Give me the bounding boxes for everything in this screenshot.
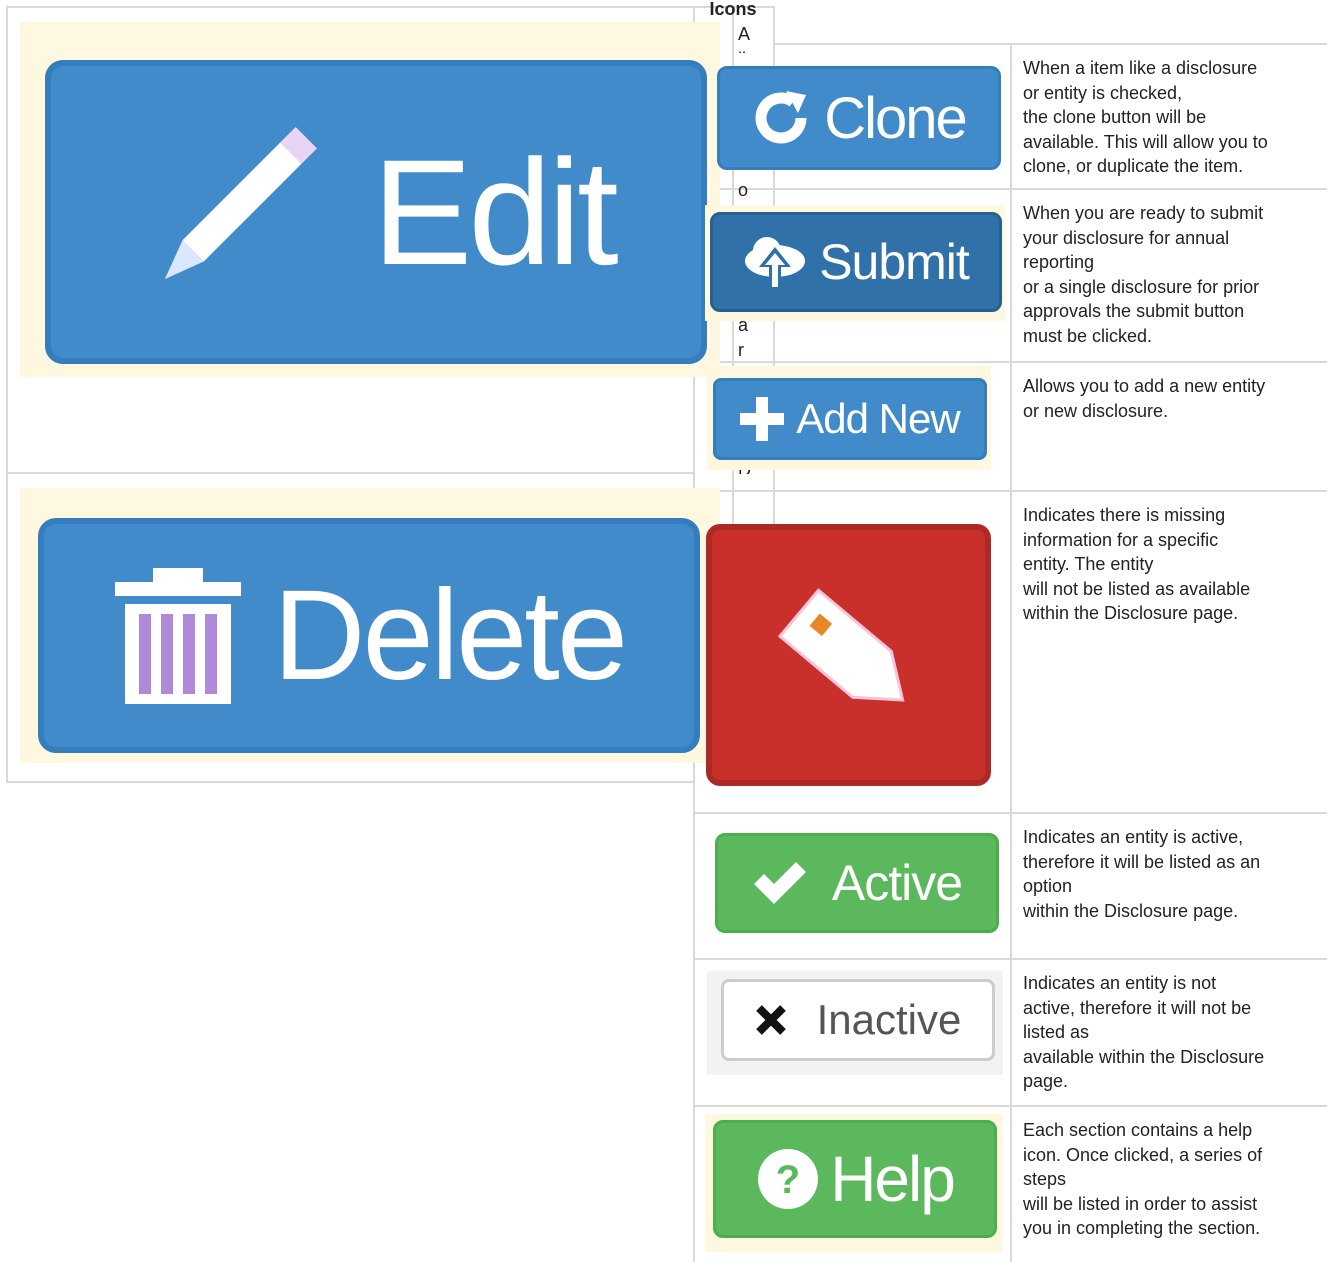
clone-button[interactable]: Clone <box>717 66 1001 170</box>
description-line: or a single disclosure for prior <box>1023 276 1260 297</box>
description-line: within the Disclosure page. <box>1023 900 1239 921</box>
description-line: Indicates there is missing <box>1023 505 1226 525</box>
description-line: available. This will allow you to <box>1023 131 1268 152</box>
description-line: will not be listed as available <box>1023 578 1251 599</box>
missing-info-description: Indicates there is missing information f… <box>1023 503 1323 626</box>
description-line: page. <box>1023 1071 1069 1091</box>
refresh-icon <box>752 89 810 147</box>
help-description: Each section contains a help icon. Once … <box>1023 1118 1323 1241</box>
inactive-description: Indicates an entity is not active, there… <box>1023 971 1323 1094</box>
description-line: When you are ready to submit <box>1023 203 1264 223</box>
svg-text:?: ? <box>776 1158 800 1202</box>
table-row: Indicates there is missing information f… <box>693 491 1327 812</box>
delete-label: Delete <box>273 563 628 707</box>
table-row: Inactive Indicates an entity is not acti… <box>693 959 1327 1105</box>
description-line: information for a specific <box>1023 529 1219 550</box>
help-button[interactable]: ? Help <box>713 1120 997 1238</box>
icons-column-header: Icons <box>709 0 757 19</box>
description-line: Indicates an entity is not <box>1023 973 1217 993</box>
description-line: active, therefore it will not be <box>1023 997 1252 1018</box>
add-new-button[interactable]: Add New <box>713 378 987 460</box>
table-row: Active Indicates an entity is active, th… <box>693 813 1327 958</box>
help-label: Help <box>830 1143 956 1215</box>
description-line: approvals the submit button <box>1023 301 1245 321</box>
table-border-left <box>6 6 8 782</box>
description-line: icon. Once clicked, a series of <box>1023 1144 1263 1165</box>
plus-icon <box>740 397 785 441</box>
edit-button[interactable]: Edit <box>45 60 707 364</box>
cloud-upload-icon <box>743 233 807 291</box>
table-row-divider <box>6 472 694 474</box>
inactive-label: Inactive <box>816 996 962 1043</box>
table-row: ? Help Each section contains a help icon… <box>693 1106 1327 1262</box>
description-line: listed as <box>1023 1022 1090 1042</box>
description-line: Allows you to add a new entity <box>1023 376 1266 396</box>
description-line: or entity is checked, <box>1023 82 1183 103</box>
missing-info-tag-button[interactable] <box>706 524 991 786</box>
x-icon <box>755 1004 787 1036</box>
clone-description: When a item like a disclosure or entity … <box>1023 56 1323 179</box>
question-circle-icon: ? <box>756 1147 820 1211</box>
description-line: option <box>1023 876 1073 896</box>
description-line: Each section contains a help <box>1023 1120 1253 1140</box>
description-line: must be clicked. <box>1023 325 1153 346</box>
description-line: within the Disclosure page. <box>1023 603 1239 623</box>
table-border-bottom <box>6 781 694 783</box>
description-line: the clone button will be <box>1023 107 1207 127</box>
submit-description: When you are ready to submit your disclo… <box>1023 201 1323 348</box>
table-row: Submit When you are ready to submit your… <box>693 189 1327 361</box>
description-line: reporting <box>1023 252 1095 272</box>
tag-icon <box>764 580 934 730</box>
description-line: Indicates an entity is active, <box>1023 827 1244 847</box>
submit-button[interactable]: Submit <box>710 212 1002 312</box>
submit-label: Submit <box>819 234 970 290</box>
table-border-top <box>6 6 774 8</box>
description-line: When a item like a disclosure <box>1023 58 1258 78</box>
description-line: entity. The entity <box>1023 554 1154 574</box>
description-line: you in completing the section. <box>1023 1218 1261 1238</box>
active-label: Active <box>831 855 963 911</box>
check-icon <box>752 860 808 906</box>
table-row: Add New Allows you to add a new entity o… <box>693 362 1327 490</box>
active-button[interactable]: Active <box>715 833 999 933</box>
description-line: therefore it will be listed as an <box>1023 851 1261 872</box>
pencil-icon <box>137 117 327 307</box>
edit-label: Edit <box>372 128 618 296</box>
inactive-button[interactable]: Inactive <box>721 979 995 1061</box>
clone-label: Clone <box>824 85 968 151</box>
add-new-description: Allows you to add a new entity or new di… <box>1023 374 1323 423</box>
active-description: Indicates an entity is active, therefore… <box>1023 825 1323 923</box>
description-line: will be listed in order to assist <box>1023 1193 1258 1214</box>
add-new-label: Add New <box>796 395 960 442</box>
table-row: Clone When a item like a disclosure or e… <box>693 44 1327 188</box>
description-line: clone, or duplicate the item. <box>1023 156 1244 176</box>
trash-icon <box>113 566 243 706</box>
delete-button[interactable]: Delete <box>38 518 700 753</box>
description-line: your disclosure for annual <box>1023 227 1230 248</box>
description-line: steps <box>1023 1169 1067 1189</box>
description-line: or new disclosure. <box>1023 400 1169 421</box>
description-line: available within the Disclosure <box>1023 1046 1265 1067</box>
